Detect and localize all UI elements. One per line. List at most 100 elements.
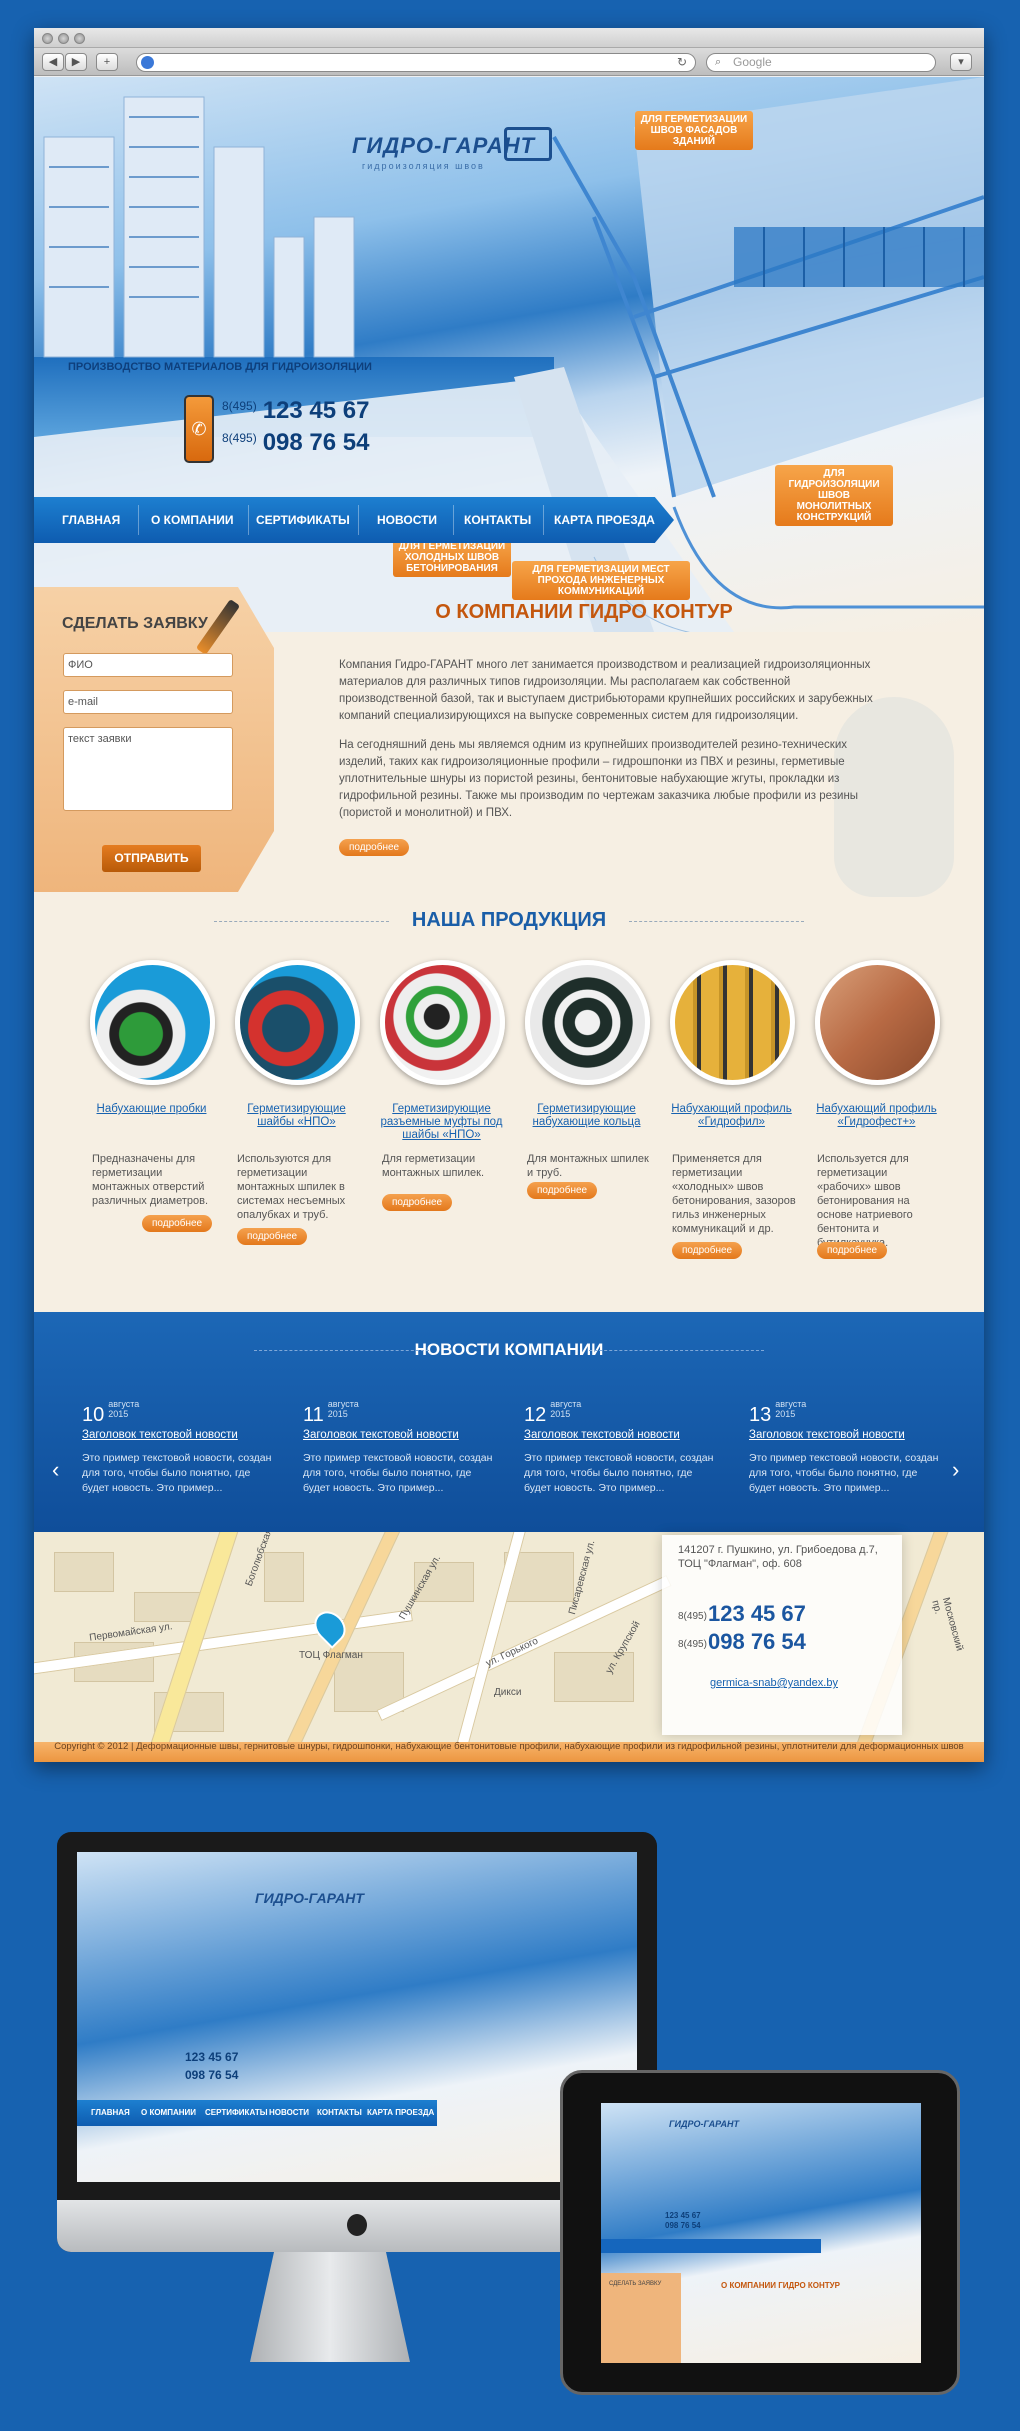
mock-nav-item: КАРТА ПРОЕЗДА — [367, 2108, 435, 2117]
news-next-arrow-icon[interactable]: › — [952, 1457, 959, 1483]
search-field[interactable]: ⌕ Google — [706, 53, 936, 72]
phone-icon: ✆ — [184, 395, 214, 463]
mock-nav — [601, 2239, 821, 2253]
product-desc: Используются для герметизации монтажных … — [237, 1153, 346, 1221]
reload-icon[interactable]: ↻ — [677, 55, 687, 69]
news-month: августа 2015 — [550, 1399, 582, 1419]
forward-button[interactable]: ▶ — [65, 53, 87, 71]
news-title: НОВОСТИ КОМПАНИИ — [414, 1340, 604, 1359]
tag-monolith[interactable]: ДЛЯ ГИДРОИЗОЛЯЦИИ ШВОВ МОНОЛИТНЫХ КОНСТР… — [775, 465, 893, 526]
product-more-button[interactable]: подробнее — [237, 1228, 308, 1245]
news-title-link[interactable]: Заголовок текстовой новости — [524, 1429, 719, 1441]
news-item: 12 августа 2015 Заголовок текстовой новост… — [524, 1399, 719, 1496]
device-mockups: ГИДРО-ГАРАНТ 123 45 67 098 76 54 ГЛАВНАЯ… — [0, 1780, 1020, 2431]
phone-1[interactable]: 8(495) 123 45 67 — [222, 397, 369, 425]
mock-nav-item: ГЛАВНАЯ — [91, 2108, 130, 2117]
product-link[interactable]: Набухающие пробки — [84, 1103, 219, 1116]
product-link[interactable]: Герметизирующие разъемные муфты под шайб… — [374, 1103, 509, 1142]
menu-button[interactable]: ▾ — [950, 53, 972, 71]
product-desc: Предназначены для герметизации монтажных… — [92, 1153, 209, 1207]
mock-nav-item: СЕРТИФИКАТЫ — [205, 2108, 268, 2117]
address: 141207 г. Пушкино, ул. Грибоедова д.7, Т… — [678, 1544, 878, 1570]
product-more-button[interactable]: подробнее — [672, 1242, 743, 1259]
mock-phone-2: 098 76 54 — [185, 2068, 239, 2082]
product-image[interactable] — [670, 960, 795, 1085]
map-label: Московский пр. — [929, 1596, 965, 1653]
product-link[interactable]: Герметизирующие набухающие кольца — [519, 1103, 654, 1129]
product-link[interactable]: Набухающий профиль «Гидрофест+» — [809, 1103, 944, 1129]
search-placeholder: Google — [733, 55, 772, 69]
about-section: О КОМПАНИИ ГИДРО КОНТУР Компания Гидро-Г… — [274, 587, 964, 887]
product-card: Набухающий профиль «Гидрофест+» Использу… — [809, 960, 944, 1290]
product-card: Герметизирующие набухающие кольца Для мо… — [519, 960, 654, 1290]
address-bar[interactable]: ↻ — [136, 53, 696, 72]
news-day: 13 — [749, 1404, 772, 1426]
product-image[interactable] — [525, 960, 650, 1085]
product-image[interactable] — [235, 960, 360, 1085]
mock-phone-2: 098 76 54 — [665, 2221, 701, 2230]
divider — [589, 1350, 764, 1351]
roof-logo-icon — [504, 127, 552, 161]
phone-2[interactable]: 8(495) 098 76 54 — [222, 429, 369, 457]
contact-phone-2[interactable]: 098 76 54 — [708, 1629, 806, 1655]
about-more-button[interactable]: подробнее — [339, 839, 410, 856]
product-image[interactable] — [380, 960, 505, 1085]
phone-code: 8(495) — [678, 1639, 707, 1650]
message-field[interactable]: текст заявки — [63, 727, 233, 811]
divider — [629, 921, 804, 922]
contact-phone-1[interactable]: 123 45 67 — [708, 1601, 806, 1627]
product-link[interactable]: Герметизирующие шайбы «НПО» — [229, 1103, 364, 1129]
about-title: О КОМПАНИИ ГИДРО КОНТУР — [435, 601, 733, 623]
new-tab-button[interactable]: + — [96, 53, 118, 71]
search-icon: ⌕ — [715, 56, 722, 68]
tag-facades[interactable]: ДЛЯ ГЕРМЕТИЗАЦИИ ШВОВ ФАСАДОВ ЗДАНИЙ — [635, 111, 753, 150]
news-item: 11 августа 2015 Заголовок текстовой новост… — [303, 1399, 498, 1496]
tablet-screen: ГИДРО-ГАРАНТ 123 45 67 098 76 54 СДЕЛАТЬ… — [601, 2103, 921, 2363]
nav-contacts[interactable]: КОНТАКТЫ — [464, 497, 531, 543]
product-more-button[interactable]: подробнее — [527, 1182, 598, 1199]
news-month: августа 2015 — [108, 1399, 140, 1419]
hero-banner: ДЛЯ ГЕРМЕТИЗАЦИИ ШВОВ ФАСАДОВ ЗДАНИЙ ДЛЯ… — [34, 77, 984, 632]
order-form: СДЕЛАТЬ ЗАЯВКУ ФИО e-mail текст заявки О… — [34, 587, 274, 892]
news-text: Это пример текстовой новости, создан для… — [524, 1452, 714, 1494]
tablet-mockup: ГИДРО-ГАРАНТ 123 45 67 098 76 54 СДЕЛАТЬ… — [560, 2070, 960, 2395]
product-more-button[interactable]: подробнее — [817, 1242, 888, 1259]
nav-news[interactable]: НОВОСТИ — [377, 497, 437, 543]
nav-home[interactable]: ГЛАВНАЯ — [62, 497, 120, 543]
email-field[interactable]: e-mail — [63, 690, 233, 714]
product-more-button[interactable]: подробнее — [382, 1194, 453, 1211]
nav-about[interactable]: О КОМПАНИИ — [151, 497, 234, 543]
browser-window: ◀ ▶ + ↻ ⌕Google ▾ ДЛЯ ГЕРМЕТИЗАЦИИ ШВОВ — [34, 28, 984, 1762]
map-label: Первомайская ул. — [88, 1621, 174, 1644]
submit-button[interactable]: ОТПРАВИТЬ — [102, 845, 201, 872]
globe-icon — [141, 56, 154, 69]
fio-field[interactable]: ФИО — [63, 653, 233, 677]
product-image[interactable] — [90, 960, 215, 1085]
product-more-button[interactable]: подробнее — [142, 1215, 213, 1232]
apple-logo-icon — [347, 2214, 367, 2236]
site-logo[interactable]: ГИДРО-ГАРАНТ гидроизоляция швов — [352, 117, 552, 187]
nav-map[interactable]: КАРТА ПРОЕЗДА — [554, 497, 655, 543]
news-title-link[interactable]: Заголовок текстовой новости — [82, 1429, 277, 1441]
news-day: 12 — [524, 1404, 547, 1426]
minimize-dot[interactable] — [58, 33, 69, 44]
product-link[interactable]: Набухающий профиль «Гидрофил» — [664, 1103, 799, 1129]
news-title-link[interactable]: Заголовок текстовой новости — [749, 1429, 944, 1441]
main-nav: ГЛАВНАЯ О КОМПАНИИ СЕРТИФИКАТЫ НОВОСТИ К… — [34, 497, 674, 543]
back-button[interactable]: ◀ — [42, 53, 64, 71]
desktop-stand — [250, 2252, 410, 2362]
map-label: Дикси — [494, 1687, 522, 1698]
divider — [254, 1350, 429, 1351]
email-link[interactable]: germica-snab@yandex.by — [710, 1677, 838, 1689]
news-title-link[interactable]: Заголовок текстовой новости — [303, 1429, 498, 1441]
tag-cold-seams[interactable]: ДЛЯ ГЕРМЕТИЗАЦИИ ХОЛОДНЫХ ШВОВ БЕТОНИРОВ… — [393, 538, 511, 577]
news-prev-arrow-icon[interactable]: ‹ — [52, 1457, 59, 1483]
product-image[interactable] — [815, 960, 940, 1085]
nav-certificates[interactable]: СЕРТИФИКАТЫ — [256, 497, 350, 543]
news-month: августа 2015 — [775, 1399, 807, 1419]
news-month: августа 2015 — [327, 1399, 359, 1419]
news-item: 13 августа 2015 Заголовок текстовой новост… — [749, 1399, 944, 1496]
order-title: СДЕЛАТЬ ЗАЯВКУ — [62, 615, 208, 632]
close-dot[interactable] — [42, 33, 53, 44]
maximize-dot[interactable] — [74, 33, 85, 44]
